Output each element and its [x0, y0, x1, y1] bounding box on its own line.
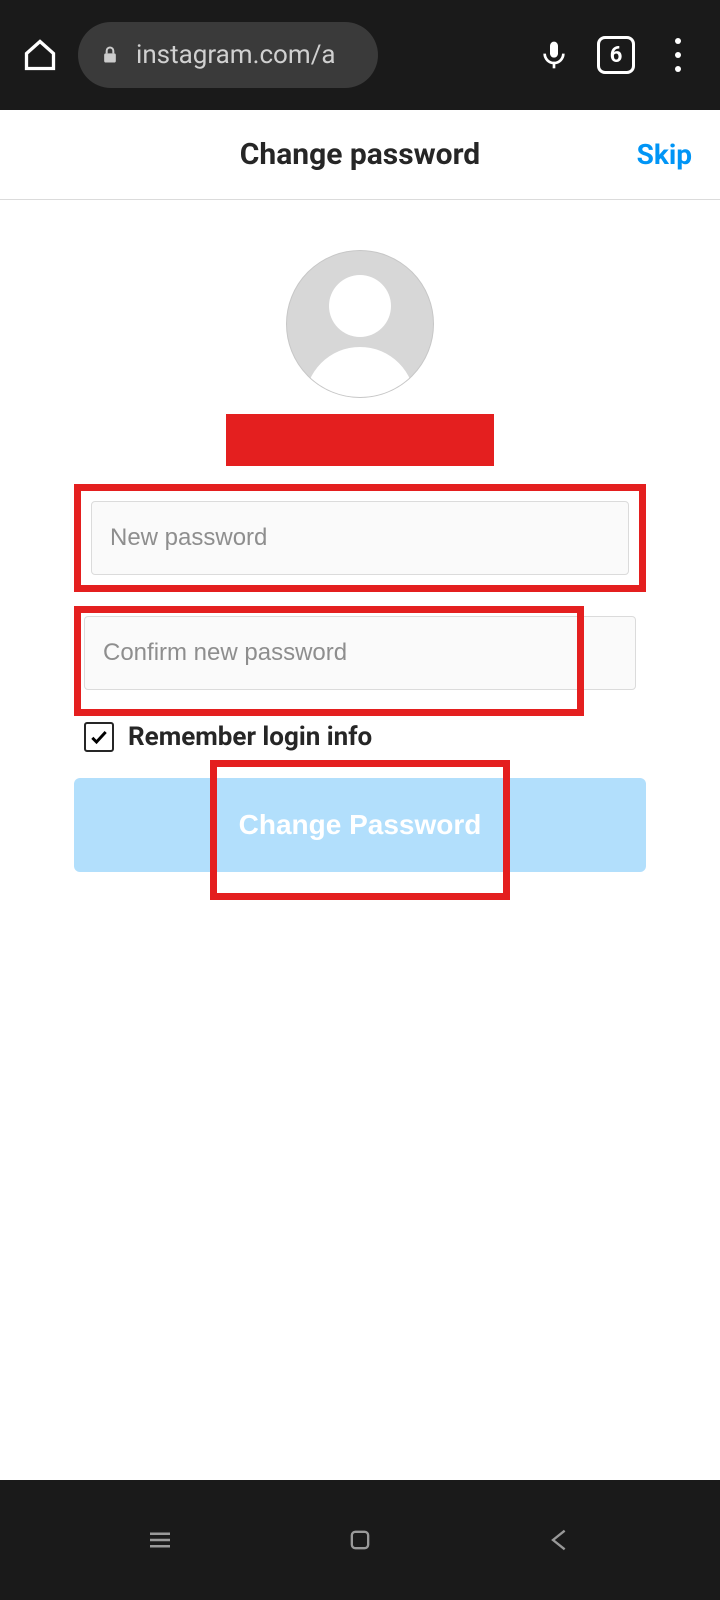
remember-checkbox[interactable]	[84, 722, 114, 752]
back-nav-icon[interactable]	[540, 1520, 580, 1560]
home-nav-icon[interactable]	[340, 1520, 380, 1560]
new-password-field-wrap	[74, 484, 646, 592]
system-nav-bar	[0, 1480, 720, 1600]
remember-login-row: Remember login info	[74, 714, 646, 774]
username-redaction	[226, 414, 494, 466]
browser-bar: instagram.com/a 6	[0, 0, 720, 110]
change-password-form: Remember login info Change Password	[74, 484, 646, 872]
url-bar[interactable]: instagram.com/a	[78, 22, 378, 88]
avatar	[286, 250, 434, 398]
main-content: Remember login info Change Password	[0, 200, 720, 872]
recent-apps-icon[interactable]	[140, 1520, 180, 1560]
change-password-button[interactable]: Change Password	[74, 778, 646, 872]
submit-row: Change Password	[74, 774, 646, 872]
confirm-password-field-wrap	[74, 606, 646, 700]
mic-icon[interactable]	[532, 33, 576, 77]
new-password-input[interactable]	[91, 501, 629, 575]
home-icon[interactable]	[20, 35, 60, 75]
page-header: Change password Skip	[0, 110, 720, 200]
tab-count-badge: 6	[597, 36, 635, 74]
kebab-menu-icon[interactable]	[656, 33, 700, 77]
lock-icon	[100, 43, 120, 67]
skip-link[interactable]: Skip	[637, 138, 692, 171]
remember-label: Remember login info	[128, 722, 372, 752]
tabs-button[interactable]: 6	[594, 33, 638, 77]
confirm-password-input[interactable]	[84, 616, 636, 690]
page-title: Change password	[240, 137, 480, 172]
url-text: instagram.com/a	[136, 40, 336, 70]
